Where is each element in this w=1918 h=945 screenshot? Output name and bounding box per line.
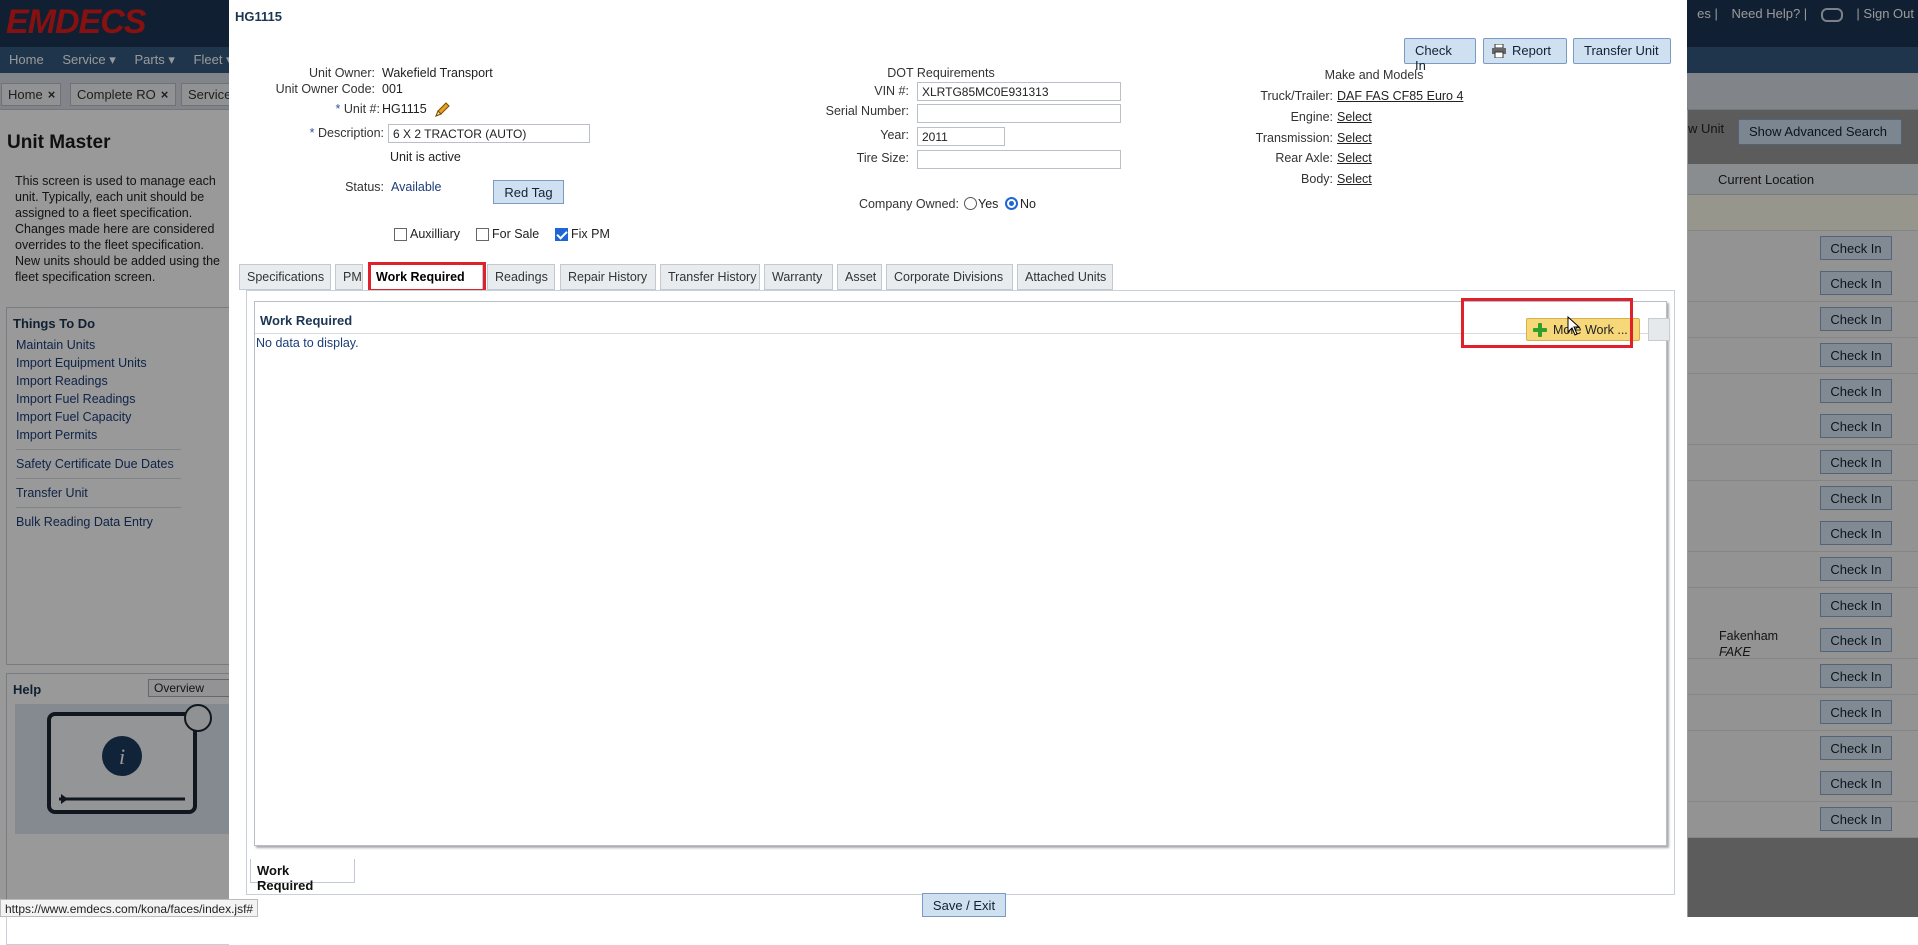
red-tag-button[interactable]: Red Tag bbox=[493, 180, 564, 204]
fix-pm-checkbox[interactable] bbox=[555, 228, 568, 241]
rear-axle-select-link[interactable]: Select bbox=[1337, 151, 1372, 165]
vin-input[interactable]: XLRTG85MC0E931313 bbox=[917, 82, 1121, 101]
no-data-message: No data to display. bbox=[256, 336, 359, 350]
work-required-panel: Work Required No data to display. More W… bbox=[246, 290, 1675, 895]
body-label: Body: bbox=[1301, 172, 1333, 186]
for-sale-label: For Sale bbox=[492, 227, 540, 241]
divider bbox=[255, 333, 1666, 334]
auxiliary-checkbox[interactable] bbox=[394, 228, 407, 241]
body-select-link[interactable]: Select bbox=[1337, 172, 1372, 186]
company-owned-no-label: No bbox=[1020, 197, 1036, 211]
mouse-cursor-icon bbox=[1567, 316, 1581, 336]
check-in-button[interactable]: Check In bbox=[1404, 38, 1476, 73]
transmission-select-link[interactable]: Select bbox=[1337, 131, 1372, 145]
rear-axle-label: Rear Axle: bbox=[1275, 151, 1333, 165]
tire-size-input[interactable] bbox=[917, 150, 1121, 169]
edit-pencil-icon[interactable] bbox=[433, 101, 451, 119]
make-models-title: Make and Models bbox=[1324, 68, 1424, 82]
transmission-label: Transmission: bbox=[1255, 131, 1333, 145]
tab-attached-units[interactable]: Attached Units bbox=[1017, 264, 1113, 290]
tab-specifications[interactable]: Specifications bbox=[239, 264, 331, 290]
auxiliary-label: Auxilliary bbox=[410, 227, 461, 241]
status-label: Status: bbox=[345, 180, 384, 194]
unit-owner-value: Wakefield Transport bbox=[382, 66, 493, 80]
transfer-unit-button[interactable]: Transfer Unit bbox=[1573, 38, 1671, 64]
tab-asset[interactable]: Asset bbox=[837, 264, 882, 290]
tab-pm[interactable]: PM bbox=[335, 264, 363, 290]
description-input[interactable]: 6 X 2 TRACTOR (AUTO) bbox=[388, 124, 590, 143]
tab-transfer-history[interactable]: Transfer History bbox=[660, 264, 760, 290]
required-marker: * bbox=[335, 102, 344, 116]
report-label: Report bbox=[1512, 43, 1552, 58]
vin-label: VIN #: bbox=[874, 84, 909, 98]
year-input[interactable]: 2011 bbox=[917, 127, 1005, 146]
bottom-tab-work-required[interactable]: Work Required bbox=[250, 859, 355, 893]
status-value: Available bbox=[391, 180, 442, 194]
engine-label: Engine: bbox=[1290, 110, 1333, 124]
unit-owner-code-label: Unit Owner Code: bbox=[275, 82, 375, 96]
tab-corporate-divisions[interactable]: Corporate Divisions bbox=[886, 264, 1013, 290]
required-marker: * bbox=[309, 126, 318, 140]
description-label: * Description: bbox=[229, 126, 384, 140]
save-exit-button[interactable]: Save / Exit bbox=[922, 893, 1006, 917]
fix-pm-label: Fix PM bbox=[571, 227, 610, 241]
company-owned-yes-radio[interactable] bbox=[964, 197, 977, 210]
unit-active-text: Unit is active bbox=[390, 150, 461, 164]
tab-readings[interactable]: Readings bbox=[487, 264, 555, 290]
tire-size-label: Tire Size: bbox=[856, 151, 909, 165]
tab-repair-history[interactable]: Repair History bbox=[560, 264, 656, 290]
serial-number-label: Serial Number: bbox=[825, 104, 909, 118]
truck-trailer-label: Truck/Trailer: bbox=[1260, 89, 1333, 103]
unit-owner-label: Unit Owner: bbox=[309, 66, 375, 80]
company-owned-yes-label: Yes bbox=[978, 197, 999, 211]
unit-number-label-text: Unit #: bbox=[343, 102, 380, 116]
dialog-title: HG1115 bbox=[235, 9, 282, 24]
company-owned-label: Company Owned: bbox=[858, 197, 959, 211]
year-label: Year: bbox=[880, 128, 909, 142]
truck-trailer-link[interactable]: DAF FAS CF85 Euro 4 bbox=[1337, 89, 1463, 103]
serial-number-input[interactable] bbox=[917, 104, 1121, 123]
highlight-box-more-work bbox=[1461, 298, 1633, 348]
engine-select-link[interactable]: Select bbox=[1337, 110, 1372, 124]
work-required-grid: Work Required No data to display. More W… bbox=[254, 301, 1670, 846]
grid-tool-button[interactable] bbox=[1648, 318, 1670, 341]
tab-warranty[interactable]: Warranty bbox=[764, 264, 833, 290]
description-label-text: Description: bbox=[318, 126, 384, 140]
unit-detail-dialog: HG1115 Check In Report Transfer Unit Uni… bbox=[229, 0, 1687, 917]
unit-owner-code-value: 001 bbox=[382, 82, 403, 96]
company-owned-no-radio[interactable] bbox=[1005, 197, 1018, 210]
printer-icon bbox=[1492, 44, 1506, 58]
dot-requirements-title: DOT Requirements bbox=[887, 66, 995, 80]
for-sale-checkbox[interactable] bbox=[476, 228, 489, 241]
unit-number-value: HG1115 bbox=[382, 102, 427, 116]
report-button[interactable]: Report bbox=[1483, 38, 1567, 64]
work-required-title: Work Required bbox=[260, 313, 353, 328]
browser-status-url: https://www.emdecs.com/kona/faces/index.… bbox=[0, 899, 259, 917]
unit-number-label: * Unit #: bbox=[229, 102, 380, 116]
highlight-box-tab bbox=[368, 262, 486, 292]
